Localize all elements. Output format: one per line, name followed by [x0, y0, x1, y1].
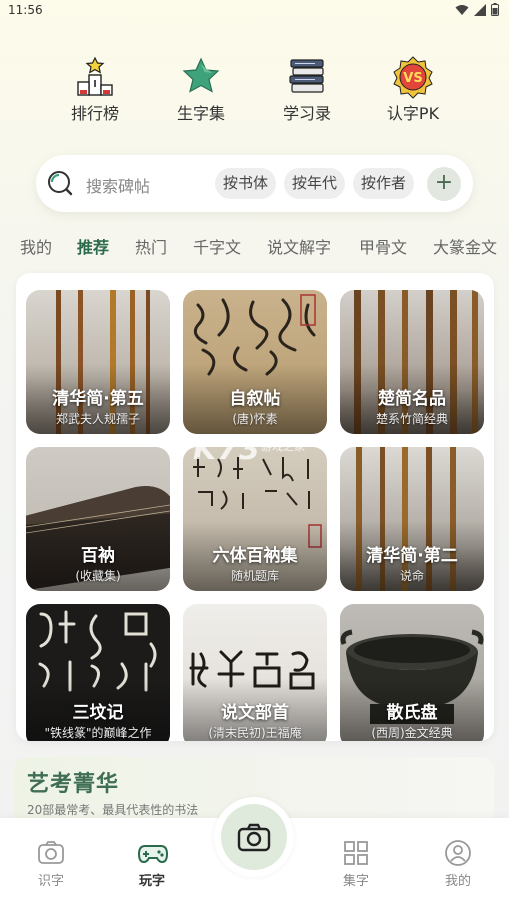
grid-icon	[341, 838, 371, 868]
tile-subtitle: 楚系竹简经典	[375, 412, 448, 426]
nav-item-play[interactable]: 玩字	[117, 838, 187, 889]
signal-icon	[474, 3, 486, 16]
tile-title: 清华简·第五	[52, 389, 144, 409]
tile-title: 自叙帖	[229, 389, 281, 409]
battery-icon	[491, 3, 499, 16]
star-icon	[179, 55, 223, 99]
collection-tile[interactable]: 自叙帖 (唐)怀素	[183, 290, 327, 434]
vs-badge-icon: VS	[391, 55, 435, 99]
quick-newchars-button[interactable]: 生字集	[156, 55, 246, 124]
camera-outline-icon	[36, 838, 66, 868]
nav-label: 集字	[342, 874, 369, 889]
nav-label: 识字	[37, 874, 64, 889]
tile-subtitle: 郑武夫人规孺子	[55, 412, 140, 426]
tab-mine[interactable]: 我的	[20, 234, 52, 258]
tile-title: 说文部首	[221, 703, 289, 723]
feature-subtitle: 20部最常考、最具代表性的书法	[27, 803, 199, 817]
add-filter-button[interactable]: +	[427, 167, 461, 201]
camera-icon	[237, 823, 271, 852]
collection-tile[interactable]: 散氏盘 (西周)金文经典	[340, 604, 484, 741]
search-bar: 搜索碑帖 按书体 按年代 按作者 +	[36, 155, 473, 212]
quick-newchars-label: 生字集	[176, 104, 225, 123]
quick-pk-button[interactable]: VS 认字PK	[368, 55, 458, 124]
tile-subtitle: (唐)怀素	[232, 412, 278, 426]
tile-title: 六体百衲集	[212, 546, 298, 566]
status-time: 11:56	[8, 3, 43, 17]
tab-shuowen[interactable]: 说文解字	[267, 234, 331, 258]
watermark-subtext: 游戏之家	[261, 440, 305, 453]
filter-chip-style[interactable]: 按书体	[215, 168, 277, 199]
status-bar: 11:56	[0, 0, 509, 22]
nav-label: 玩字	[138, 874, 165, 889]
search-input[interactable]: 搜索碑帖	[86, 173, 150, 197]
profile-icon	[443, 838, 473, 868]
tile-title: 百衲	[81, 546, 115, 566]
tab-bronze-script[interactable]: 大篆金文	[433, 234, 497, 258]
nav-label: 我的	[444, 874, 471, 889]
tile-subtitle: 随机题库	[230, 569, 279, 583]
wifi-icon	[455, 4, 469, 15]
quick-ranking-label: 排行榜	[70, 104, 119, 123]
tile-subtitle: "铁线篆"的巅峰之作	[44, 726, 152, 740]
tab-popular[interactable]: 热门	[135, 234, 167, 258]
search-icon[interactable]	[46, 169, 74, 197]
quick-ranking-button[interactable]: 排行榜	[50, 55, 140, 124]
collection-tile[interactable]: 三坟记 "铁线篆"的巅峰之作	[26, 604, 170, 741]
tab-oracle-bone[interactable]: 甲骨文	[359, 234, 407, 258]
tile-subtitle: (收藏集)	[75, 569, 121, 583]
nav-item-profile[interactable]: 我的	[423, 838, 493, 889]
tile-title: 三坟记	[72, 703, 124, 723]
quick-studylog-label: 学习录	[282, 104, 331, 123]
tile-subtitle: (清末民初)王福庵	[208, 726, 302, 740]
watermark-logo: K73 游戏之家	[193, 432, 323, 472]
tile-subtitle: (西周)金文经典	[371, 726, 453, 740]
tab-thousand-chars[interactable]: 千字文	[193, 234, 241, 258]
collection-tile[interactable]: 清华简·第二 说命	[340, 447, 484, 591]
quick-pk-label: 认字PK	[386, 104, 440, 123]
collection-tile[interactable]: 楚简名品 楚系竹简经典	[340, 290, 484, 434]
collection-tile[interactable]: 清华简·第五 郑武夫人规孺子	[26, 290, 170, 434]
podium-star-icon	[73, 55, 117, 99]
filter-chip-author[interactable]: 按作者	[353, 168, 415, 199]
gamepad-icon	[137, 838, 169, 868]
tile-subtitle: 说命	[399, 569, 424, 583]
quick-actions: 排行榜 生字集 学习录 VS 认字PK	[0, 55, 509, 130]
feature-title: 艺考菁华	[27, 772, 120, 797]
collection-tile[interactable]: 百衲 (收藏集)	[26, 447, 170, 591]
watermark-text: K73	[193, 432, 261, 467]
camera-button-inner	[221, 804, 287, 870]
tile-title: 楚简名品	[378, 389, 446, 409]
tab-recommended[interactable]: 推荐	[77, 234, 109, 258]
quick-studylog-button[interactable]: 学习录	[262, 55, 352, 124]
svg-text:VS: VS	[403, 71, 422, 86]
collection-grid: 清华简·第五 郑武夫人规孺子 自叙帖 (唐)怀素 楚简名品 楚系竹简经典 百衲 …	[16, 273, 494, 741]
collection-tile[interactable]: 说文部首 (清末民初)王福庵	[183, 604, 327, 741]
filter-chip-era[interactable]: 按年代	[284, 168, 346, 199]
tile-title: 散氏盘	[386, 703, 438, 723]
nav-item-collect[interactable]: 集字	[321, 838, 391, 889]
status-icons	[455, 3, 499, 16]
camera-button[interactable]	[214, 797, 294, 877]
book-stack-icon	[285, 55, 329, 99]
category-tabs: 我的 推荐 热门 千字文 说文解字 甲骨文 大篆金文	[0, 230, 509, 260]
tile-title: 清华简·第二	[366, 546, 458, 566]
nav-item-recognize[interactable]: 识字	[16, 838, 86, 889]
